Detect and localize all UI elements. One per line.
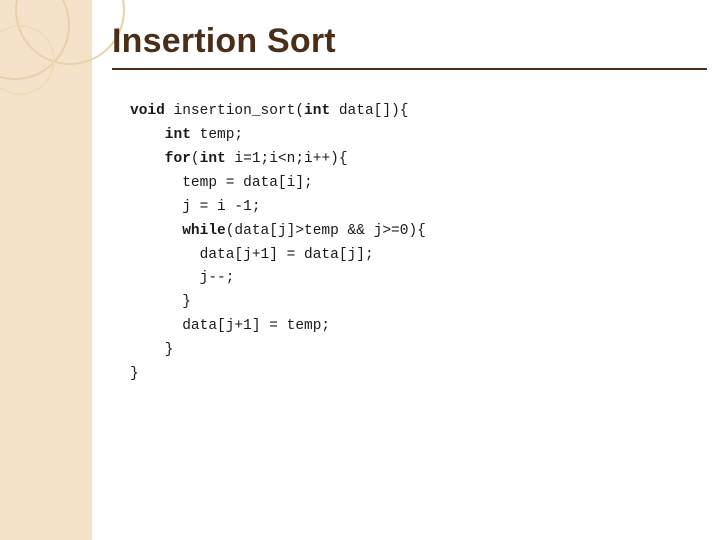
code-keyword: int — [304, 103, 330, 119]
code-text: j = i -1; — [130, 199, 261, 215]
title-underline — [112, 68, 707, 70]
left-vertical-band — [0, 0, 92, 540]
code-text: (data[j]>temp && j>=0){ — [226, 223, 426, 239]
slide-title: Insertion Sort — [112, 22, 336, 61]
code-keyword: while — [130, 223, 226, 239]
code-keyword: int — [200, 151, 226, 167]
code-text: } — [130, 342, 174, 358]
code-text: i=1;i<n;i++){ — [226, 151, 348, 167]
code-text: data[j+1] = data[j]; — [130, 247, 374, 263]
slide: Insertion Sort void insertion_sort(int d… — [0, 0, 720, 540]
code-text: } — [130, 366, 139, 382]
code-text: j--; — [130, 270, 234, 286]
code-keyword: for — [130, 151, 191, 167]
code-text: temp; — [191, 127, 243, 143]
code-keyword: int — [130, 127, 191, 143]
code-block: void insertion_sort(int data[]){ int tem… — [130, 100, 426, 387]
code-text: data[]){ — [330, 103, 408, 119]
code-text: data[j+1] = temp; — [130, 318, 330, 334]
code-text: } — [130, 294, 191, 310]
code-text: ( — [191, 151, 200, 167]
code-keyword: void — [130, 103, 165, 119]
code-text: temp = data[i]; — [130, 175, 313, 191]
code-text: insertion_sort( — [165, 103, 304, 119]
